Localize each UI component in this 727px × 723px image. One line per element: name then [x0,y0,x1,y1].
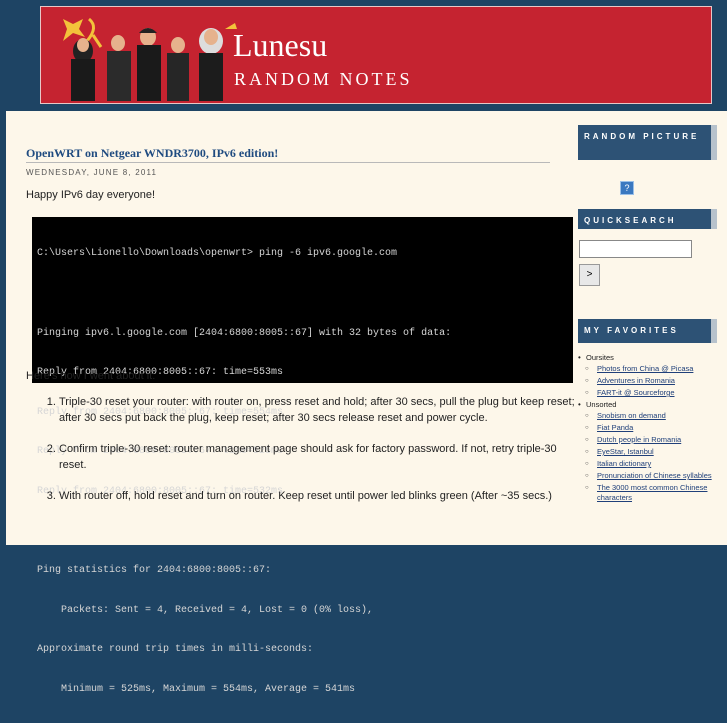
console-line: Packets: Sent = 4, Received = 4, Lost = … [37,604,374,616]
post-date: WEDNESDAY, JUNE 8, 2011 [26,168,158,177]
console-line: Minimum = 525ms, Maximum = 554ms, Averag… [37,683,356,695]
favorite-link[interactable]: Pronunciation of Chinese syllables [597,471,712,480]
console-line: C:\Users\Lionello\Downloads\openwrt> pin… [37,248,398,260]
revolutionaries-illustration [53,11,241,101]
console-line: Ping statistics for 2404:6800:8005::67: [37,565,272,577]
random-picture-heading: RANDOM PICTURE [578,125,717,160]
favorites-group: Unsorted [578,400,727,410]
favorite-link[interactable]: Photos from China @ Picasa [597,364,693,373]
blog-description: RANDOM NOTES [234,69,413,89]
favorite-link-item: The 3000 most common Chinese characters [578,483,727,503]
quicksearch-input[interactable] [579,240,692,258]
favorite-link-item: Dutch people in Romania [578,435,727,445]
step-item: Triple-30 reset your router: with router… [59,394,587,426]
favorite-link-item: Snobism on demand [578,411,727,421]
post-intro: Happy IPv6 day everyone! [26,189,156,201]
header: Lunesu RANDOM NOTES [0,0,727,111]
page-body: OpenWRT on Netgear WNDR3700, IPv6 editio… [6,111,727,695]
favorite-link[interactable]: The 3000 most common Chinese characters [597,483,707,502]
main-content: OpenWRT on Netgear WNDR3700, IPv6 editio… [6,111,575,695]
blog-title[interactable]: Lunesu [233,29,327,61]
favorites-list: Oursites Photos from China @ Picasa Adve… [578,353,727,565]
favorites-group: Oursites [578,353,727,363]
favorite-link-item: Adventures in Romania [578,376,727,386]
console-line: Approximate round trip times in milli-se… [37,644,314,656]
favorite-link[interactable]: Fiat Panda [597,423,633,432]
post-howto: Here's how I went about it: [26,370,156,382]
header-banner: Lunesu RANDOM NOTES [40,6,712,104]
steps-list: Triple-30 reset your router: with router… [26,394,587,519]
console-screenshot: C:\Users\Lionello\Downloads\openwrt> pin… [32,217,573,695]
favorite-link[interactable]: EyeStar, Istanbul [597,447,654,456]
favorite-link-item: Italian dictionary [578,459,727,469]
favorite-link-item: Fiat Panda [578,423,727,433]
favorite-link[interactable]: Adventures in Romania [597,376,675,385]
quicksearch-button[interactable]: > [579,264,600,286]
console-line: Pinging ipv6.l.google.com [2404:6800:800… [37,327,452,339]
favorite-link-item: EyeStar, Istanbul [578,447,727,457]
favorite-link-item: FART-it @ Sourceforge [578,388,727,398]
favorite-link-item: Photos from China @ Picasa [578,364,727,374]
sidebar: RANDOM PICTURE ? QUICKSEARCH > MY FAVORI… [578,121,727,545]
favorite-link[interactable]: Dutch people in Romania [597,435,681,444]
favorite-link[interactable]: Snobism on demand [597,411,666,420]
post-divider [26,162,550,163]
favorites-heading: MY FAVORITES [578,319,717,343]
quicksearch-heading: QUICKSEARCH [578,209,717,229]
random-picture-icon[interactable]: ? [620,181,634,195]
post-title[interactable]: OpenWRT on Netgear WNDR3700, IPv6 editio… [26,146,278,161]
favorite-link-item: Pronunciation of Chinese syllables [578,471,727,481]
step-item: Confirm triple-30 reset: router manageme… [59,441,587,473]
favorite-link[interactable]: Italian dictionary [597,459,651,468]
step-item: With router off, hold reset and turn on … [59,488,587,504]
favorite-link[interactable]: FART-it @ Sourceforge [597,388,675,397]
